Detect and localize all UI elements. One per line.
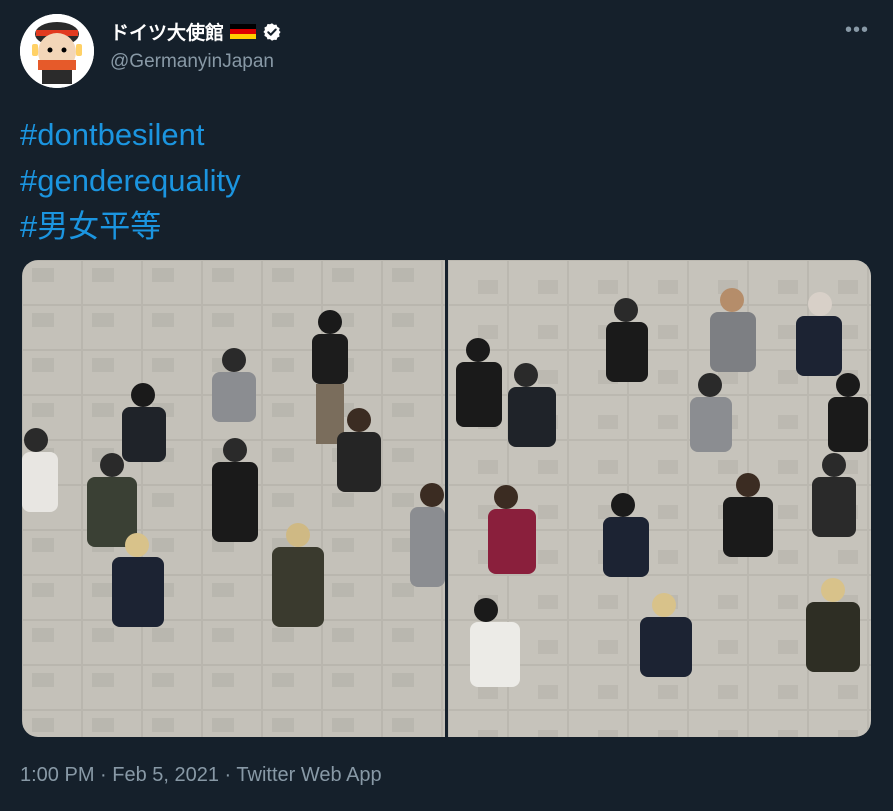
tweet-text: #dontbesilent #genderequality #男女平等: [20, 112, 241, 250]
handle[interactable]: @GermanyinJapan: [110, 51, 274, 73]
display-name[interactable]: ドイツ大使館: [110, 18, 224, 45]
author-name-row: ドイツ大使館: [110, 18, 282, 45]
verified-badge-icon: [263, 22, 281, 41]
avatar[interactable]: [20, 14, 94, 88]
tweet-source[interactable]: Twitter Web App: [236, 764, 381, 786]
photo-2[interactable]: [448, 260, 871, 737]
hashtag-link[interactable]: #genderequality: [20, 158, 241, 204]
tweet-metadata: 1:00 PM · Feb 5, 2021 · Twitter Web App: [20, 764, 382, 787]
media-grid: [22, 260, 871, 737]
group-photo-image: [22, 260, 445, 737]
hashtag-link[interactable]: #男女平等: [20, 204, 241, 250]
group-photo-image: [448, 260, 871, 737]
avatar-image: [20, 14, 94, 88]
more-options-icon[interactable]: •••: [843, 16, 871, 44]
photo-1[interactable]: [22, 260, 445, 737]
tweet-timestamp[interactable]: 1:00 PM · Feb 5, 2021 ·: [20, 764, 236, 786]
german-flag-icon: [230, 23, 257, 40]
hashtag-link[interactable]: #dontbesilent: [20, 112, 241, 158]
